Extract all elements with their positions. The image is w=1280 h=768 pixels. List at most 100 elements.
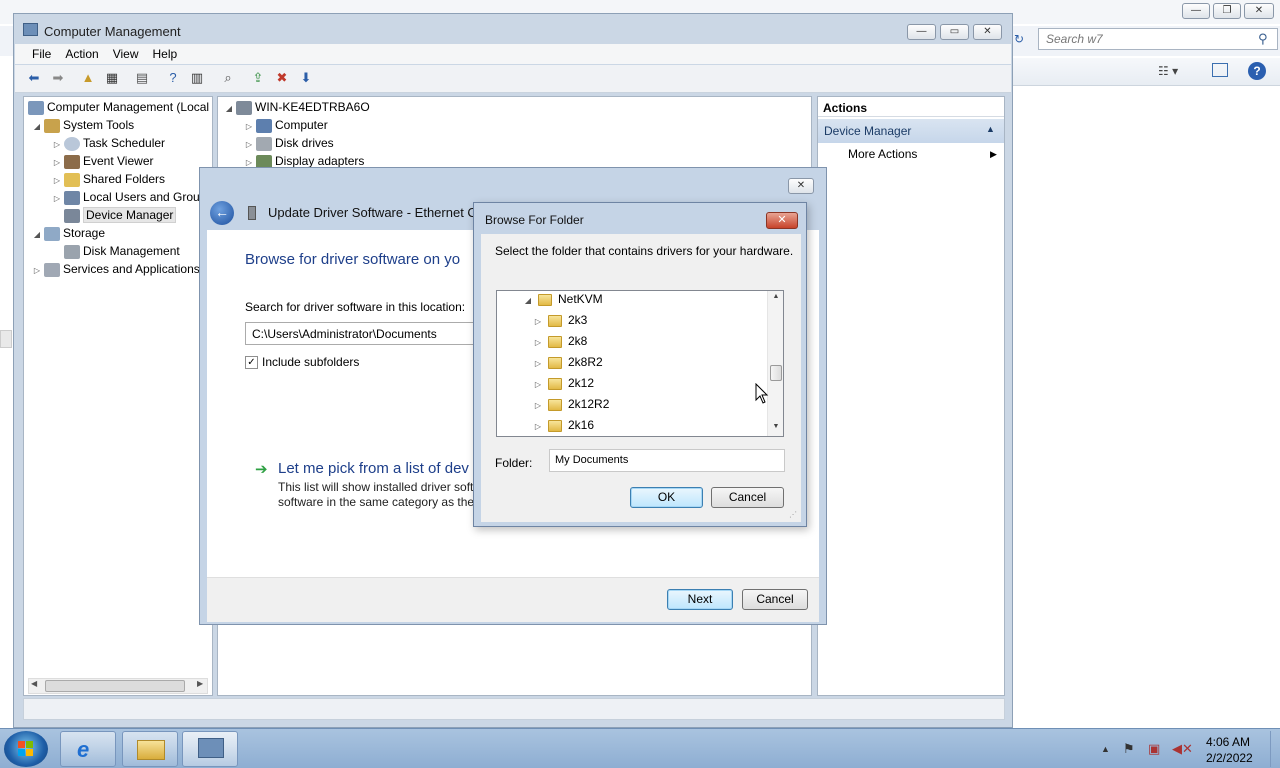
scroll-right-icon[interactable]: ▶ [197, 679, 203, 688]
scroll-down-icon[interactable]: ▼ [768, 423, 783, 430]
clock-time[interactable]: 4:06 AM [1206, 735, 1250, 749]
scroll-left-icon[interactable]: ◀ [31, 679, 37, 688]
menu-help[interactable]: Help [146, 44, 185, 64]
restore-icon[interactable]: ❐ [1213, 3, 1241, 19]
views-icon[interactable]: ☷ ▾ [1158, 64, 1178, 78]
tree-item-system-tools[interactable]: ◢ System Tools [32, 116, 134, 134]
network-icon[interactable]: ▣ [1148, 741, 1160, 757]
include-subfolders-checkbox[interactable]: ✓ [245, 356, 258, 369]
more-actions-item[interactable]: More Actions [848, 147, 917, 161]
volume-muted-icon[interactable]: ◀✕ [1172, 741, 1193, 757]
actions-device-manager[interactable]: Device Manager ▲ [818, 119, 1004, 143]
minimize-icon[interactable]: — [1182, 3, 1210, 19]
close-icon[interactable]: ✕ [766, 212, 798, 229]
computer-icon [236, 100, 252, 115]
storage-icon [44, 226, 60, 241]
device-category-disk-drives[interactable]: ▷ Disk drives [244, 134, 334, 152]
scroll-thumb[interactable] [45, 680, 185, 692]
folder-tree[interactable]: ◢ NetKVM ▷ 2k3 ▷ 2k8 ▷ 2k8R2 ▷ 2k12 ▷ 2k12R2 ▷… [496, 290, 784, 437]
minimize-icon[interactable]: — [907, 24, 936, 40]
maximize-icon[interactable]: ▭ [940, 24, 969, 40]
menu-action[interactable]: Action [58, 44, 105, 64]
expand-arrow-icon[interactable]: ▷ [533, 374, 543, 395]
show-hide-tree-icon[interactable]: ▦ [103, 69, 121, 87]
cancel-button[interactable]: Cancel [742, 589, 808, 610]
help-icon[interactable]: ? [164, 69, 182, 87]
tree-item-2k16[interactable]: ▷ 2k16 [533, 415, 594, 436]
menu-file[interactable]: File [25, 44, 58, 64]
menu-view[interactable]: View [106, 44, 146, 64]
collapse-up-icon[interactable]: ▲ [986, 124, 995, 134]
tree-item-netkvm[interactable]: ◢ NetKVM [523, 291, 603, 311]
search-icon[interactable]: ⚲ [1258, 31, 1268, 47]
tree-item-event-viewer[interactable]: ▷ Event Viewer [52, 152, 153, 170]
tree-item-2k8[interactable]: ▷ 2k8 [533, 331, 587, 352]
scroll-up-icon[interactable]: ▲ [768, 293, 783, 300]
collapse-arrow-icon[interactable]: ◢ [32, 226, 42, 244]
vertical-scrollbar[interactable]: ▲ ▼ [767, 291, 783, 436]
search-location-label: Search for driver software in this locat… [245, 300, 466, 314]
show-desktop-button[interactable] [1270, 731, 1280, 767]
close-icon[interactable]: ✕ [973, 24, 1002, 40]
tree-item-disk-management[interactable]: Disk Management [52, 242, 180, 260]
scan-hardware-icon[interactable]: ⌕ [219, 69, 237, 87]
help-icon[interactable]: ? [1248, 62, 1266, 80]
instruction-text: Select the folder that contains drivers … [495, 244, 794, 258]
close-icon[interactable]: ✕ [788, 178, 814, 194]
taskbar-computer-management[interactable] [182, 731, 238, 767]
tree-item-2k8r2[interactable]: ▷ 2k8R2 [533, 352, 603, 373]
show-hidden-icons[interactable]: ▲ [1101, 744, 1110, 754]
tree-item-2k3[interactable]: ▷ 2k3 [533, 310, 587, 331]
clock-date[interactable]: 2/2/2022 [1206, 751, 1253, 765]
start-button[interactable] [4, 731, 48, 767]
action-pane-icon[interactable]: ▥ [188, 69, 206, 87]
pick-from-list-link[interactable]: Let me pick from a list of dev [278, 460, 469, 477]
tree-item-services-applications[interactable]: ▷ Services and Applications [32, 260, 200, 278]
next-button[interactable]: Next [667, 589, 733, 610]
collapse-arrow-icon[interactable]: ◢ [523, 291, 533, 311]
back-arrow-icon[interactable]: ← [210, 201, 234, 225]
taskbar-explorer[interactable] [122, 731, 178, 767]
resize-grip-icon[interactable]: ⋰ [789, 510, 797, 519]
expand-arrow-icon[interactable]: ▷ [533, 416, 543, 436]
tree-item-local-users[interactable]: ▷ Local Users and Group [52, 188, 206, 206]
actions-pane: Actions Device Manager ▲ More Actions ▶ [817, 96, 1005, 696]
cancel-button[interactable]: Cancel [711, 487, 784, 508]
scroll-thumb[interactable] [770, 365, 782, 381]
uninstall-icon[interactable]: ✖ [273, 69, 291, 87]
search-placeholder: Search w7 [1046, 32, 1103, 46]
tree-item-2k12r2[interactable]: ▷ 2k12R2 [533, 394, 609, 415]
tree-item-computer-management[interactable]: Computer Management (Local [28, 98, 209, 116]
properties-icon[interactable]: ▤ [133, 69, 151, 87]
taskbar-internet-explorer[interactable]: e [60, 731, 116, 767]
device-category-computer[interactable]: ▷ Computer [244, 116, 328, 134]
expand-arrow-icon[interactable]: ▷ [533, 311, 543, 332]
expand-arrow-icon[interactable]: ▷ [533, 332, 543, 353]
collapse-arrow-icon[interactable]: ◢ [224, 100, 234, 118]
tree-item-device-manager[interactable]: Device Manager [52, 206, 177, 224]
forward-icon[interactable]: ➡ [49, 69, 67, 87]
back-icon[interactable]: ⬅ [25, 69, 43, 87]
up-folder-icon[interactable]: ▲ [79, 69, 97, 87]
close-icon[interactable]: ✕ [1244, 3, 1274, 19]
folder-input[interactable]: My Documents [549, 449, 785, 472]
horizontal-scrollbar[interactable]: ◀ ▶ [28, 678, 208, 694]
expand-arrow-icon[interactable]: ▷ [533, 353, 543, 374]
tree-item-storage[interactable]: ◢ Storage [32, 224, 105, 242]
collapse-arrow-icon[interactable]: ◢ [32, 118, 42, 136]
ok-button[interactable]: OK [630, 487, 703, 508]
device-root[interactable]: ◢ WIN-KE4EDTRBA6O [224, 98, 370, 116]
location-input[interactable]: C:\Users\Administrator\Documents [245, 322, 485, 345]
expand-arrow-icon[interactable]: ▷ [533, 395, 543, 416]
include-subfolders-label[interactable]: Include subfolders [262, 355, 359, 369]
update-driver-icon[interactable]: ⇪ [249, 69, 267, 87]
action-center-flag-icon[interactable]: ⚑ [1123, 741, 1135, 757]
tree-item-2k12[interactable]: ▷ 2k12 [533, 373, 594, 394]
tree-item-task-scheduler[interactable]: ▷ Task Scheduler [52, 134, 165, 152]
expand-arrow-icon[interactable]: ▷ [32, 262, 42, 280]
tree-item-shared-folders[interactable]: ▷ Shared Folders [52, 170, 165, 188]
refresh-icon[interactable]: ↻ [1014, 32, 1024, 46]
enable-device-icon[interactable]: ⬇ [297, 69, 315, 87]
search-input[interactable]: Search w7 [1038, 28, 1278, 50]
preview-pane-icon[interactable] [1212, 63, 1228, 77]
